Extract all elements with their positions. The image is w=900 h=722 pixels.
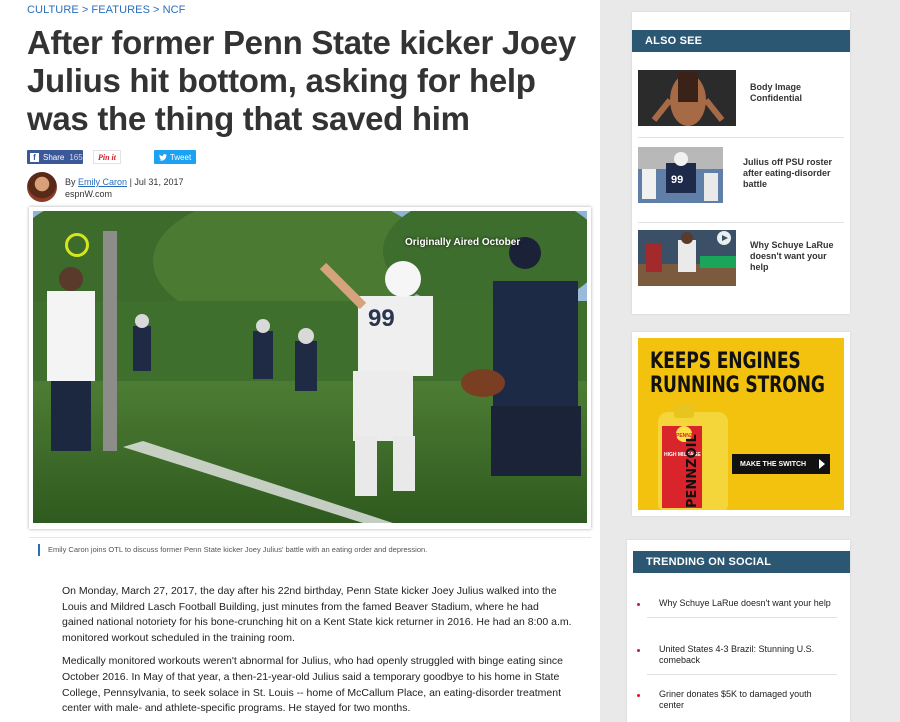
also-see-card: ALSO SEE Body Image Confidential 99 Juli… <box>632 12 850 314</box>
twitter-bird-icon <box>158 153 167 161</box>
trending-item-title[interactable]: United States 4-3 Brazil: Stunning U.S. … <box>659 644 837 666</box>
ad-headline-line: KEEPS ENGINES <box>650 349 801 374</box>
larue-thumbnail-art <box>638 230 736 286</box>
breadcrumb-features[interactable]: FEATURES <box>91 4 150 16</box>
trending-item[interactable]: United States 4-3 Brazil: Stunning U.S. … <box>637 644 837 675</box>
author-avatar[interactable] <box>27 172 57 202</box>
also-see-title[interactable]: Body Image Confidential <box>750 82 844 137</box>
breadcrumb-separator: > <box>153 4 160 16</box>
trending-item[interactable]: Why Schuye LaRue doesn't want your help <box>637 598 837 618</box>
byline-text: By Emily Caron | Jul 31, 2017 espnW.com <box>65 176 183 200</box>
twitter-tweet-label: Tweet <box>169 152 192 162</box>
video-player[interactable]: 99 Originally Aired October <box>29 207 591 529</box>
body-image-thumbnail[interactable] <box>638 70 736 126</box>
facebook-share-button[interactable]: f Share 165 <box>27 150 83 164</box>
bullet-dot-icon <box>637 603 640 606</box>
byline-separator: | <box>129 177 132 187</box>
larue-thumbnail[interactable] <box>638 230 736 286</box>
article-paragraph: On Monday, March 27, 2017, the day after… <box>62 585 572 644</box>
originally-aired-overlay: Originally Aired October <box>405 237 521 248</box>
also-see-title[interactable]: Why Schuye LaRue doesn't want your help <box>750 240 844 298</box>
video-frame[interactable]: 99 Originally Aired October <box>33 211 587 523</box>
oil-bottle-image: PENNZOIL HIGH MILEAGE PENNZOIL <box>658 404 728 510</box>
main-column: CULTURE > FEATURES > NCF After former Penn S… <box>0 0 600 722</box>
also-see-header: ALSO SEE <box>632 30 850 52</box>
svg-text:99: 99 <box>671 174 683 186</box>
publish-date: Jul 31, 2017 <box>134 177 184 187</box>
svg-text:99: 99 <box>368 305 395 332</box>
byline: By Emily Caron | Jul 31, 2017 espnW.com <box>27 172 183 202</box>
twitter-tweet-button[interactable]: Tweet <box>154 150 196 164</box>
breadcrumb: CULTURE > FEATURES > NCF <box>27 4 186 16</box>
also-see-item[interactable]: Body Image Confidential <box>638 68 844 138</box>
pinterest-button[interactable]: Pin it <box>93 150 121 164</box>
trending-header: TRENDING ON SOCIAL <box>633 551 850 573</box>
bullet-dot-icon <box>637 694 640 697</box>
author-link[interactable]: Emily Caron <box>78 177 127 187</box>
breadcrumb-separator: > <box>81 4 89 16</box>
facebook-share-count: 165 <box>69 152 83 162</box>
breadcrumb-culture[interactable]: CULTURE <box>27 4 79 16</box>
article-body: On Monday, March 27, 2017, the day after… <box>62 584 572 722</box>
byline-prefix: By <box>65 177 76 187</box>
make-the-switch-button[interactable]: MAKE THE SWITCH <box>732 454 830 474</box>
video-caption: Emily Caron joins OTL to discuss former … <box>38 544 590 556</box>
record-ring-icon <box>65 233 89 257</box>
body-image-thumbnail-art <box>638 70 736 126</box>
also-see-item[interactable]: 99 Julius off PSU roster after eating-di… <box>638 145 844 223</box>
arrow-right-icon <box>819 459 825 469</box>
caption-divider <box>29 537 591 538</box>
trending-item-title[interactable]: Why Schuye LaRue doesn't want your help <box>659 598 837 609</box>
facebook-icon: f <box>30 152 39 162</box>
trending-item[interactable]: Griner donates $5K to damaged youth cent… <box>637 689 837 719</box>
julius-thumbnail[interactable]: 99 <box>638 147 723 203</box>
share-bar: f Share 165 Pin it Tweet <box>27 150 196 164</box>
breadcrumb-ncf[interactable]: NCF <box>163 4 186 16</box>
ad-cta-label: MAKE THE SWITCH <box>740 460 807 468</box>
bottle-brand: PENNZOIL <box>685 434 700 508</box>
julius-thumbnail-art: 99 <box>638 147 723 203</box>
trending-card: TRENDING ON SOCIAL Why Schuye LaRue does… <box>627 540 850 722</box>
article-headline: After former Penn State kicker Joey Juli… <box>27 24 576 137</box>
trending-item-title[interactable]: Griner donates $5K to damaged youth cent… <box>659 689 837 711</box>
ad-banner[interactable]: KEEPS ENGINES RUNNING STRONG PENNZOIL HI… <box>638 338 844 510</box>
article-paragraph: Medically monitored workouts weren't abn… <box>62 655 564 715</box>
ad-headline-line: RUNNING STRONG <box>650 373 825 398</box>
bullet-dot-icon <box>637 649 640 652</box>
ad-headline: KEEPS ENGINES RUNNING STRONG <box>650 349 825 398</box>
also-see-item[interactable]: Why Schuye LaRue doesn't want your help <box>638 228 844 298</box>
video-still-image: 99 <box>33 211 587 523</box>
outlet-name: espnW.com <box>65 189 113 199</box>
also-see-title[interactable]: Julius off PSU roster after eating-disor… <box>743 157 844 222</box>
facebook-share-label: Share <box>43 152 65 162</box>
pennzoil-ad[interactable]: KEEPS ENGINES RUNNING STRONG PENNZOIL HI… <box>632 332 850 516</box>
